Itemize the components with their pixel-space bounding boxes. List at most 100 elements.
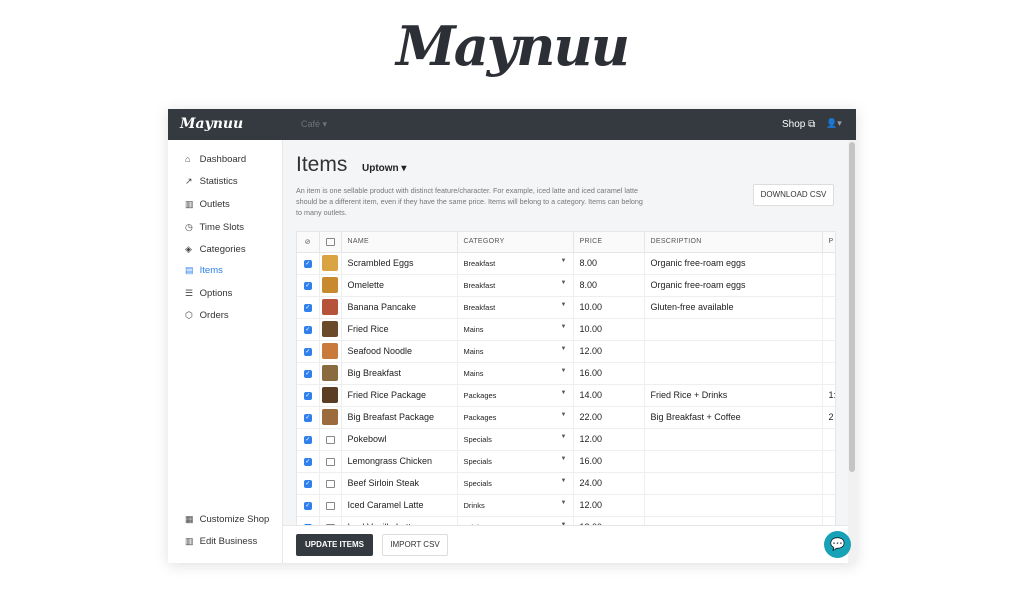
item-name-cell[interactable]: Fried Rice	[341, 318, 458, 341]
item-description-cell[interactable]	[644, 472, 823, 495]
row-image-cell[interactable]	[319, 362, 342, 385]
table-row[interactable]: ✓ Fried Rice Package Packages ▼ 14.00 Fried R…	[297, 384, 835, 407]
item-category-select[interactable]: Breakfast ▼	[457, 274, 574, 297]
update-items-button[interactable]: UPDATE ITEMS	[296, 534, 373, 556]
row-image-cell[interactable]	[319, 318, 342, 341]
item-category-select[interactable]: Breakfast ▼	[457, 252, 574, 275]
item-extra-cell[interactable]	[822, 252, 835, 275]
table-row[interactable]: ✓ Seafood Noodle Mains ▼ 12.00	[297, 340, 835, 363]
item-category-select[interactable]: Breakfast ▼	[457, 296, 574, 319]
table-row[interactable]: ✓ Omelette Breakfast ▼ 8.00 Organic free-roam…	[297, 274, 835, 297]
image-placeholder-icon[interactable]	[325, 435, 335, 444]
row-checkbox[interactable]: ✓	[297, 274, 320, 297]
item-thumbnail[interactable]	[322, 409, 338, 425]
item-thumbnail[interactable]	[322, 365, 338, 381]
row-checkbox[interactable]: ✓	[297, 340, 320, 363]
table-row[interactable]: ✓ Iced Caramel Latte Drinks ▼ 12.00	[297, 494, 835, 517]
row-checkbox[interactable]: ✓	[297, 384, 320, 407]
item-price-cell[interactable]: 8.00	[573, 252, 645, 275]
sidebar-item-outlets[interactable]: ▥ Outlets	[185, 199, 230, 213]
item-price-cell[interactable]: 14.00	[573, 384, 645, 407]
image-placeholder-icon[interactable]	[325, 501, 335, 510]
sidebar-item-time-slots[interactable]: ◷ Time Slots	[185, 222, 244, 236]
item-name-cell[interactable]: Lemongrass Chicken	[341, 450, 458, 473]
row-checkbox[interactable]: ✓	[297, 494, 320, 517]
row-image-cell[interactable]	[319, 472, 342, 495]
row-checkbox[interactable]: ✓	[297, 450, 320, 473]
outlet-select[interactable]: Uptown ▾	[362, 163, 406, 174]
item-thumbnail[interactable]	[322, 255, 338, 271]
item-name-cell[interactable]: Scrambled Eggs	[341, 252, 458, 275]
item-price-cell[interactable]: 22.00	[573, 406, 645, 429]
item-description-cell[interactable]: Organic free-roam eggs	[644, 252, 823, 275]
item-name-cell[interactable]: Fried Rice Package	[341, 384, 458, 407]
item-name-cell[interactable]: Omelette	[341, 274, 458, 297]
table-row[interactable]: ✓ Scrambled Eggs Breakfast ▼ 8.00 Organic fre…	[297, 252, 835, 275]
sidebar-item-statistics[interactable]: ↗ Statistics	[185, 176, 238, 190]
item-category-select[interactable]: Packages ▼	[457, 406, 574, 429]
item-thumbnail[interactable]	[322, 343, 338, 359]
item-name-cell[interactable]: Iced Caramel Latte	[341, 494, 458, 517]
row-image-cell[interactable]	[319, 340, 342, 363]
row-checkbox[interactable]: ✓	[297, 472, 320, 495]
item-name-cell[interactable]: Beef Sirloin Steak	[341, 472, 458, 495]
item-price-cell[interactable]: 8.00	[573, 274, 645, 297]
item-name-cell[interactable]: Seafood Noodle	[341, 340, 458, 363]
row-image-cell[interactable]	[319, 450, 342, 473]
row-image-cell[interactable]	[319, 494, 342, 517]
item-category-select[interactable]: Packages ▼	[457, 384, 574, 407]
row-checkbox[interactable]: ✓	[297, 428, 320, 451]
item-extra-cell[interactable]	[822, 428, 835, 451]
item-extra-cell[interactable]	[822, 274, 835, 297]
item-description-cell[interactable]: Gluten-free available	[644, 296, 823, 319]
item-price-cell[interactable]: 10.00	[573, 296, 645, 319]
item-price-cell[interactable]: 16.00	[573, 450, 645, 473]
row-image-cell[interactable]	[319, 384, 342, 407]
image-placeholder-icon[interactable]	[325, 479, 335, 488]
table-row[interactable]: ✓ Big Breafast Package Packages ▼ 22.00 Big B…	[297, 406, 835, 429]
table-row[interactable]: ✓ Banana Pancake Breakfast ▼ 10.00 Gluten-fre…	[297, 296, 835, 319]
select-all-icon[interactable]: ⊘	[297, 232, 320, 253]
item-name-cell[interactable]: Banana Pancake	[341, 296, 458, 319]
item-price-cell[interactable]: 10.00	[573, 318, 645, 341]
item-description-cell[interactable]	[644, 318, 823, 341]
row-image-cell[interactable]	[319, 406, 342, 429]
row-checkbox[interactable]: ✓	[297, 318, 320, 341]
item-category-select[interactable]: Specials ▼	[457, 450, 574, 473]
sidebar-item-options[interactable]: ☰ Options	[185, 288, 232, 302]
item-description-cell[interactable]	[644, 340, 823, 363]
item-category-select[interactable]: Specials ▼	[457, 428, 574, 451]
item-thumbnail[interactable]	[322, 321, 338, 337]
import-csv-button[interactable]: IMPORT CSV	[382, 534, 448, 556]
row-checkbox[interactable]: ✓	[297, 252, 320, 275]
image-placeholder-icon[interactable]	[325, 457, 335, 466]
item-price-cell[interactable]: 24.00	[573, 472, 645, 495]
item-category-select[interactable]: Mains ▼	[457, 362, 574, 385]
user-menu-icon[interactable]: 👤▾	[826, 118, 842, 129]
item-price-cell[interactable]: 16.00	[573, 362, 645, 385]
sidebar-item-orders[interactable]: ⬡ Orders	[185, 310, 229, 324]
row-image-cell[interactable]	[319, 274, 342, 297]
download-csv-button[interactable]: DOWNLOAD CSV	[753, 184, 834, 206]
item-extra-cell[interactable]	[822, 472, 835, 495]
scrollbar[interactable]	[848, 140, 856, 563]
item-category-select[interactable]: Mains ▼	[457, 318, 574, 341]
item-extra-cell[interactable]	[822, 296, 835, 319]
table-row[interactable]: ✓ Fried Rice Mains ▼ 10.00	[297, 318, 835, 341]
sidebar-item-customize-shop[interactable]: ▦ Customize Shop	[185, 514, 269, 528]
table-row[interactable]: ✓ Big Breakfast Mains ▼ 16.00	[297, 362, 835, 385]
sidebar-item-edit-business[interactable]: ▥ Edit Business	[185, 536, 257, 550]
scrollbar-thumb[interactable]	[849, 142, 855, 472]
item-extra-cell[interactable]: 1:	[822, 384, 835, 407]
item-thumbnail[interactable]	[322, 277, 338, 293]
item-extra-cell[interactable]	[822, 362, 835, 385]
item-description-cell[interactable]: Organic free-roam eggs	[644, 274, 823, 297]
sidebar-item-dashboard[interactable]: ⌂ Dashboard	[185, 154, 246, 168]
item-category-select[interactable]: Drinks ▼	[457, 494, 574, 517]
item-description-cell[interactable]: Big Breakfast + Coffee	[644, 406, 823, 429]
item-name-cell[interactable]: Big Breakfast	[341, 362, 458, 385]
item-description-cell[interactable]	[644, 450, 823, 473]
item-extra-cell[interactable]: 2	[822, 406, 835, 429]
row-checkbox[interactable]: ✓	[297, 296, 320, 319]
table-row[interactable]: ✓ Lemongrass Chicken Specials ▼ 16.00	[297, 450, 835, 473]
